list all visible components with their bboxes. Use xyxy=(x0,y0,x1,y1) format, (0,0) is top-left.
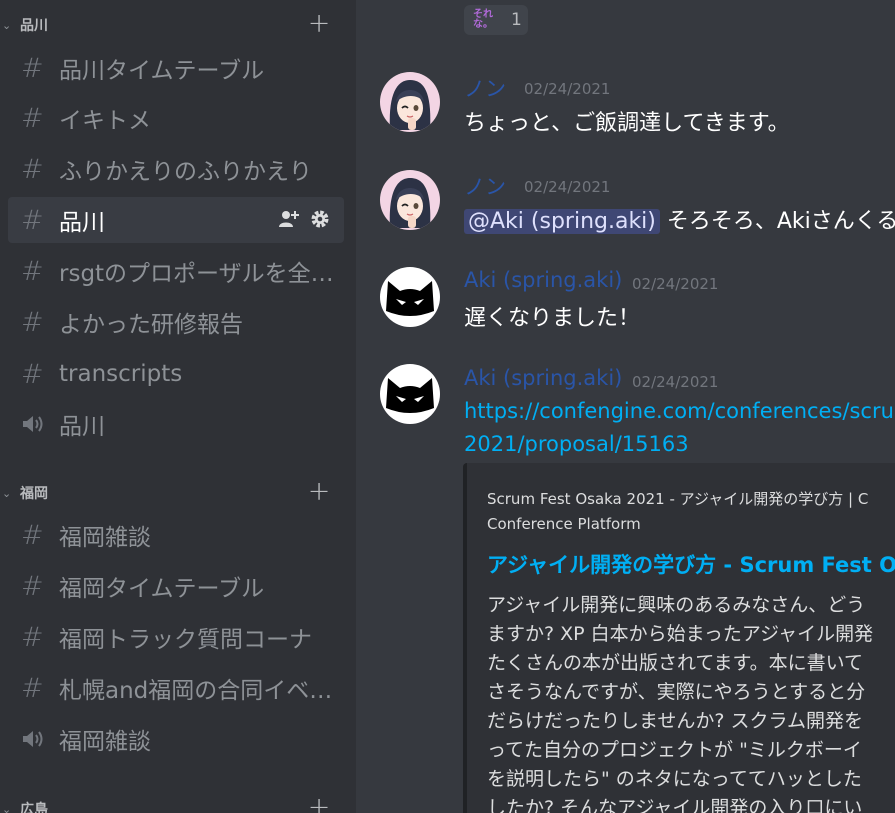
channel-name: ふりかえりのふりかえり xyxy=(59,159,312,185)
channel-item[interactable]: # ふりかえりのふりかえり xyxy=(8,146,344,192)
channel-name: 品川 xyxy=(59,414,105,440)
message-text: ちょっと、ご飯調達してきます。 xyxy=(464,111,790,136)
embed-description: アジャイル開発に興味のあるみなさん、どう ますか? XP 白本から始まったアジャ… xyxy=(487,591,895,813)
channel-name: rsgtのプロポーザルを全… xyxy=(59,261,334,287)
create-invite-icon[interactable] xyxy=(278,209,300,229)
text-channel-icon: # xyxy=(21,255,44,287)
black-cat-avatar-image xyxy=(380,267,440,327)
channel-name: 福岡雑談 xyxy=(59,729,151,755)
category-hiroshima[interactable]: ⌄ 広島 + xyxy=(0,793,356,813)
channel-item[interactable]: # 品川タイムテーブル xyxy=(8,45,344,91)
embed-title-link[interactable]: アジャイル開発の学び方 - Scrum Fest O xyxy=(487,549,895,579)
channel-item[interactable]: # 札幌and福岡の合同イベ… xyxy=(8,665,344,711)
category-label: 福岡 xyxy=(20,486,48,502)
embed-description-line: したか? そんなアジャイル開発の入り口にい xyxy=(487,797,863,813)
message-timestamp: 02/24/2021 xyxy=(632,275,719,293)
channel-item[interactable]: # transcripts xyxy=(8,351,344,397)
user-mention[interactable]: @Aki (spring.aki) xyxy=(464,209,660,234)
add-channel-icon[interactable]: + xyxy=(306,9,332,39)
message-author[interactable]: Aki (spring.aki) xyxy=(464,366,622,390)
reaction-emoji: それな。 xyxy=(473,9,493,30)
message-timestamp: 02/24/2021 xyxy=(524,80,611,98)
embed-description-line: アジャイル開発に興味のあるみなさん、どう xyxy=(487,594,866,616)
chevron-down-icon: ⌄ xyxy=(2,486,12,500)
message-timestamp: 02/24/2021 xyxy=(524,178,611,196)
text-channel-icon: # xyxy=(21,306,44,338)
channel-item-selected[interactable]: # 品川 xyxy=(8,197,344,243)
channel-name: 札幌and福岡の合同イベ… xyxy=(59,678,333,704)
anime-avatar-image xyxy=(380,72,440,132)
text-channel-icon: # xyxy=(21,358,44,390)
message-author[interactable]: ノン xyxy=(464,73,506,103)
category-shinagawa[interactable]: ⌄ 品川 + xyxy=(0,9,356,39)
add-channel-icon[interactable]: + xyxy=(306,477,332,507)
avatar[interactable] xyxy=(380,72,440,132)
text-channel-icon: # xyxy=(21,621,44,653)
channel-item[interactable]: # 福岡雑談 xyxy=(8,512,344,558)
channel-name: 品川タイムテーブル xyxy=(59,58,265,84)
anime-avatar-image xyxy=(380,170,440,230)
message-text: そろそろ、Akiさんくる xyxy=(659,209,895,234)
channel-name: 福岡トラック質問コーナ xyxy=(59,627,312,653)
text-channel-icon: # xyxy=(21,102,44,134)
channel-name: 福岡タイムテーブル xyxy=(59,576,265,602)
embed-description-line: たくさんの本が出版されてます。本に書いて xyxy=(487,652,864,674)
channel-name: transcripts xyxy=(59,361,183,387)
channel-sidebar: ⌄ 品川 + # 品川タイムテーブル # イキトメ # ふりかえりのふりかえり … xyxy=(0,0,356,813)
embed-description-line: さそうなんですが、実際にやろうとすると分 xyxy=(487,681,866,703)
channel-name: よかった研修報告 xyxy=(59,312,243,338)
chevron-down-icon: ⌄ xyxy=(2,18,12,32)
chevron-down-icon: ⌄ xyxy=(2,802,12,813)
channel-item[interactable]: # rsgtのプロポーザルを全… xyxy=(8,248,344,294)
message-body: @Aki (spring.aki) そろそろ、Akiさんくる xyxy=(464,203,895,235)
voice-channel-item[interactable]: 福岡雑談 xyxy=(8,716,344,762)
avatar[interactable] xyxy=(380,267,440,327)
message-link-continued[interactable]: 2021/proposal/15163 xyxy=(464,432,689,456)
speaker-icon xyxy=(21,413,51,435)
channel-item[interactable]: # よかった研修報告 xyxy=(8,299,344,345)
embed-provider: Scrum Fest Osaka 2021 - アジャイル開発の学び方 | C … xyxy=(487,487,895,537)
avatar[interactable] xyxy=(380,170,440,230)
category-fukuoka[interactable]: ⌄ 福岡 + xyxy=(0,477,356,507)
text-channel-icon: # xyxy=(21,153,44,185)
embed-description-line: ってた自分のプロジェクトが "ミルクボーイ xyxy=(487,739,862,761)
gear-icon[interactable] xyxy=(310,209,330,229)
message-author[interactable]: ノン xyxy=(464,171,506,201)
black-cat-avatar-image xyxy=(380,364,440,424)
embed-provider-line: Conference Platform xyxy=(487,515,641,533)
reaction-count: 1 xyxy=(511,10,522,30)
channel-name: 品川 xyxy=(59,210,105,236)
text-channel-icon: # xyxy=(21,204,44,236)
embed-provider-line: Scrum Fest Osaka 2021 - アジャイル開発の学び方 | C xyxy=(487,490,869,508)
message-text: 遅くなりました！ xyxy=(464,306,641,331)
channel-item[interactable]: # 福岡タイムテーブル xyxy=(8,563,344,609)
reaction-badge[interactable]: それな。 1 xyxy=(464,5,528,35)
channel-item[interactable]: # イキトメ xyxy=(8,95,344,141)
text-channel-icon: # xyxy=(21,672,44,704)
message-timestamp: 02/24/2021 xyxy=(632,373,719,391)
embed-description-line: ますか? XP 白本から始まったアジャイル開発 xyxy=(487,623,874,645)
channel-item[interactable]: # 福岡トラック質問コーナ xyxy=(8,614,344,660)
avatar[interactable] xyxy=(380,364,440,424)
chat-area: それな。 1 ノン 02/24/2021 ちょっと、ご飯調達してきます。 ノン … xyxy=(356,0,895,813)
text-channel-icon: # xyxy=(21,52,44,84)
link-embed: Scrum Fest Osaka 2021 - アジャイル開発の学び方 | C … xyxy=(463,463,895,813)
voice-channel-item[interactable]: 品川 xyxy=(8,401,344,447)
text-channel-icon: # xyxy=(21,570,44,602)
category-label: 広島 xyxy=(20,802,48,813)
add-channel-icon[interactable]: + xyxy=(306,793,332,813)
text-channel-icon: # xyxy=(21,519,44,551)
category-label: 品川 xyxy=(20,18,48,34)
embed-description-line: を説明したら" のネタになっててハッとした xyxy=(487,768,862,790)
embed-description-line: だらけだったりしませんか? スクラム開発を xyxy=(487,710,863,732)
message-author[interactable]: Aki (spring.aki) xyxy=(464,268,622,292)
channel-name: 福岡雑談 xyxy=(59,525,151,551)
channel-name: イキトメ xyxy=(59,108,151,134)
message-link[interactable]: https://confengine.com/conferences/scru xyxy=(464,399,894,423)
speaker-icon xyxy=(21,728,51,750)
